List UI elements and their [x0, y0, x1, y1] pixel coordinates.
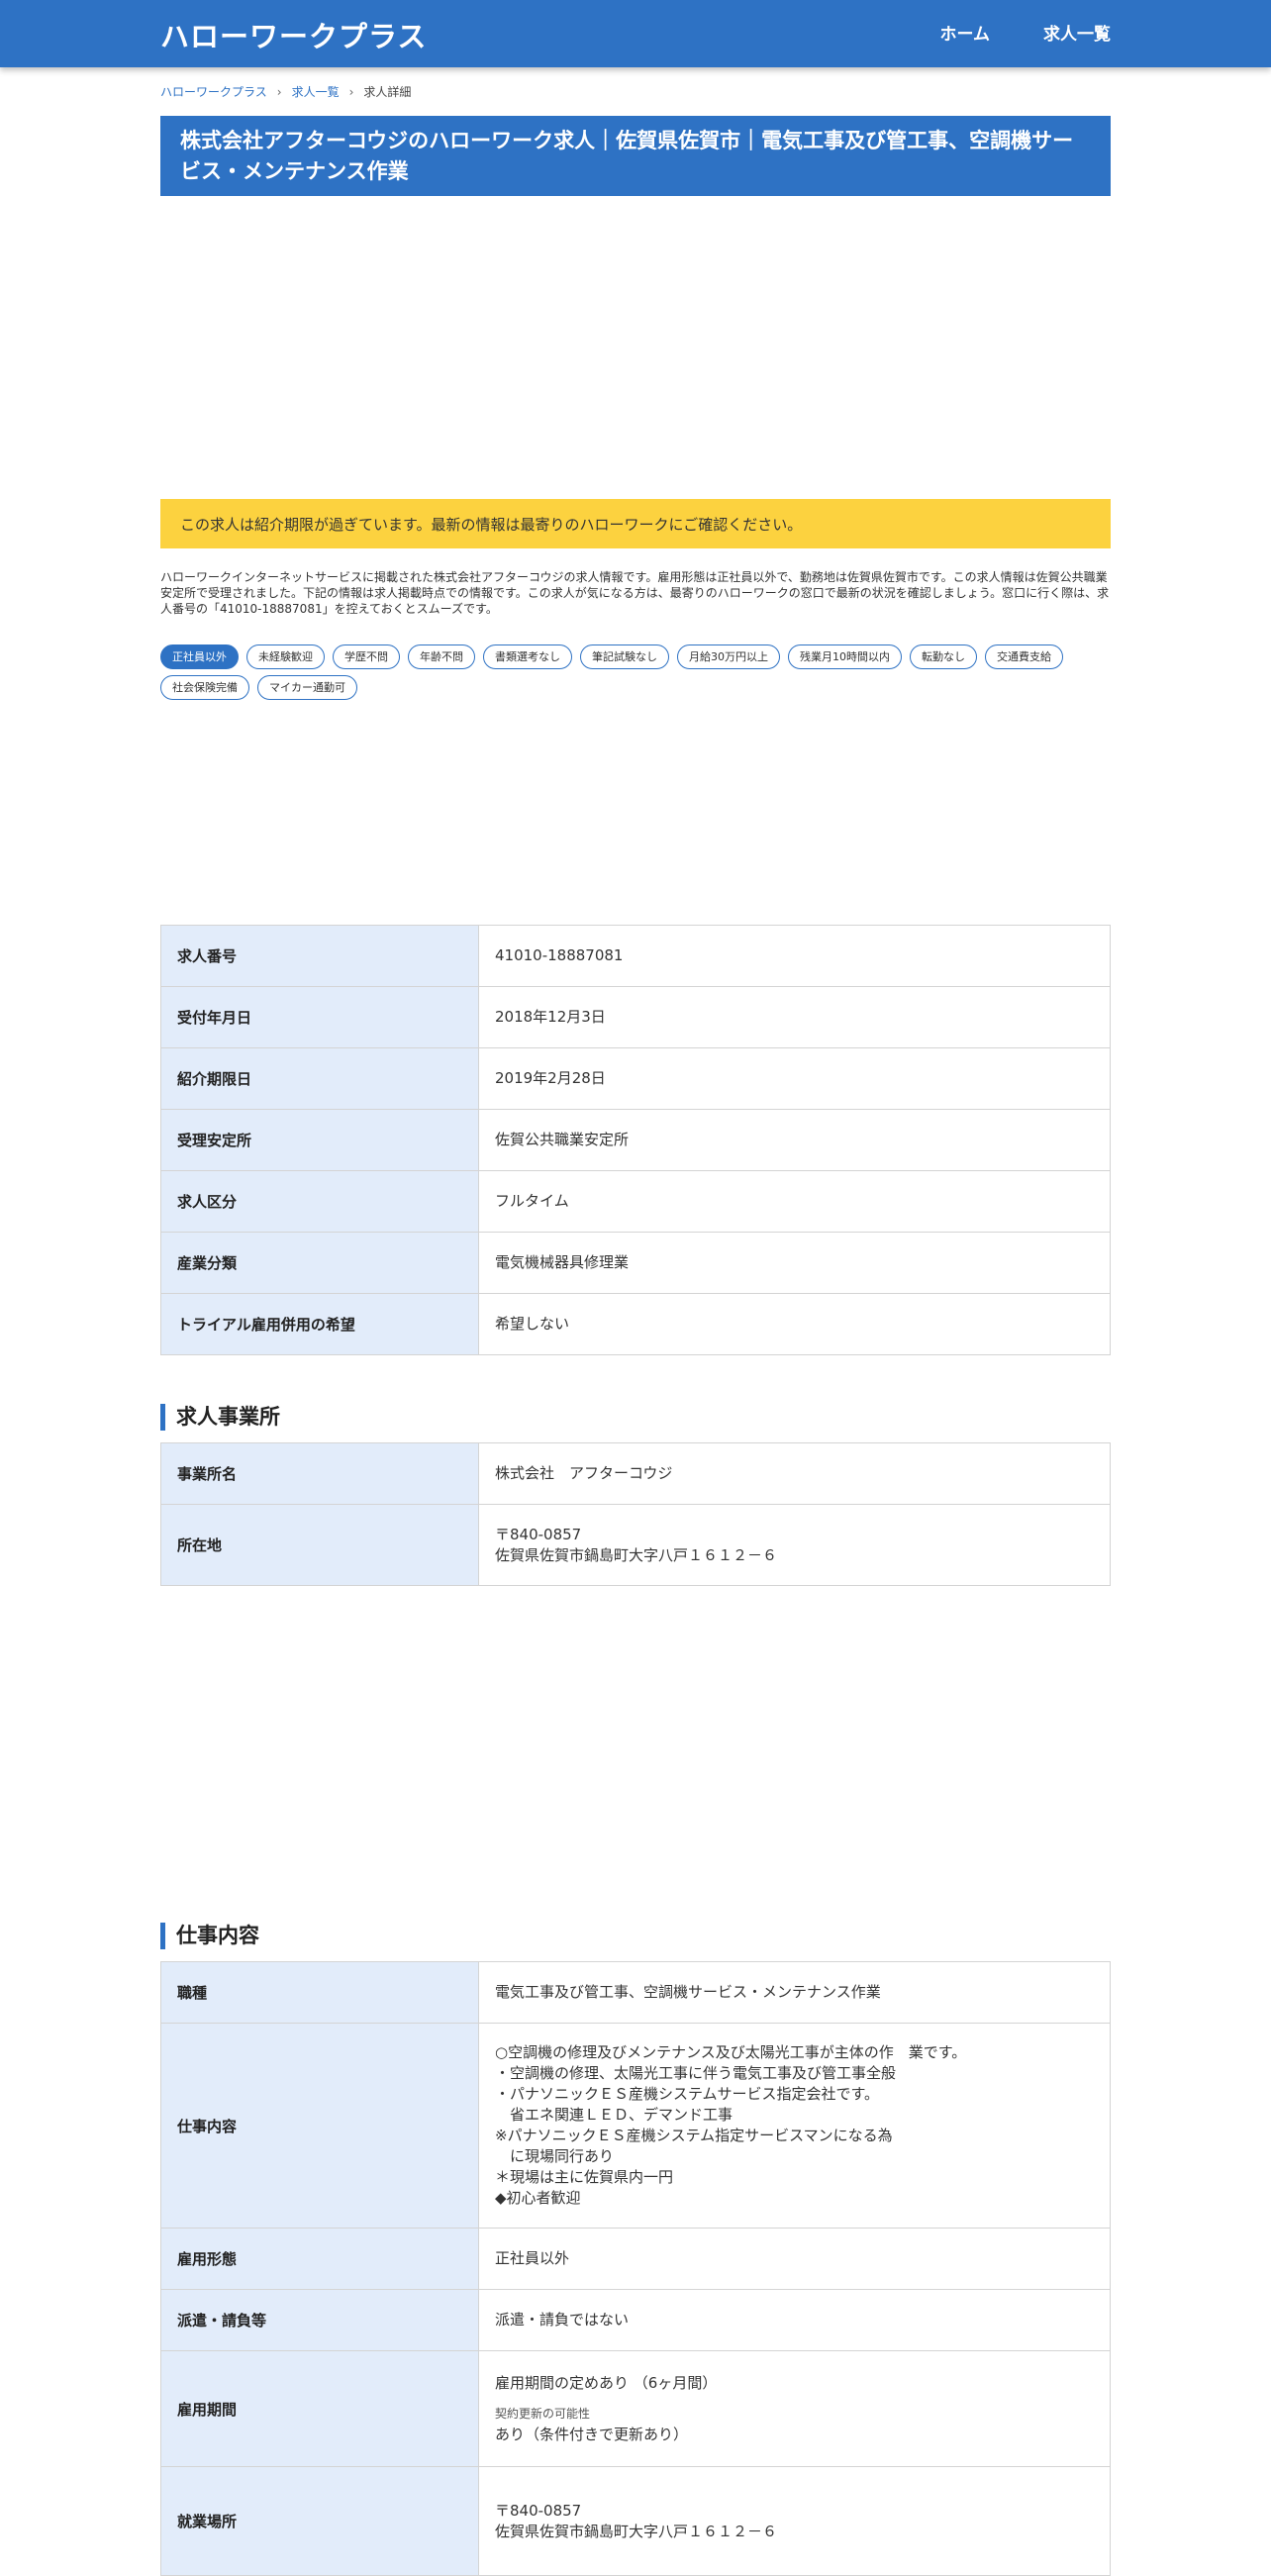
site-header: ハローワークプラス ホーム 求人一覧 — [0, 0, 1271, 67]
job-content-line: ・空調機の修理、太陽光工事に伴う電気工事及び管工事全般 — [495, 2064, 897, 2082]
tag-social-insurance: 社会保険完備 — [160, 675, 249, 700]
row-label: 受理安定所 — [160, 1109, 479, 1171]
nav-job-list-link[interactable]: 求人一覧 — [1043, 20, 1111, 45]
basic-info-table: 求人番号 41010-18887081 受付年月日 2018年12月3日 紹介期… — [160, 925, 1111, 1355]
tag-overtime: 残業月10時間以内 — [788, 644, 902, 669]
page-title: 株式会社アフターコウジのハローワーク求人｜佐賀県佐賀市｜電気工事及び管工事、空調… — [160, 116, 1111, 196]
row-label: 雇用形態 — [160, 2228, 479, 2290]
row-label: 求人区分 — [160, 1170, 479, 1233]
dispatch-value: 派遣・請負ではない — [478, 2289, 1111, 2351]
office-name-value: 株式会社 アフターコウジ — [478, 1442, 1111, 1505]
table-row: 事業所名 株式会社 アフターコウジ — [160, 1442, 1111, 1505]
nav-home-link[interactable]: ホーム — [940, 20, 991, 45]
renewal-label: 契約更新の可能性 — [495, 2406, 591, 2421]
table-row: 紹介期限日 2019年2月28日 — [160, 1047, 1111, 1110]
employment-type-value: 正社員以外 — [478, 2228, 1111, 2290]
main-nav: ホーム 求人一覧 — [940, 20, 1112, 45]
tag-list: 正社員以外 未経験歓迎 学歴不問 年齢不問 書類選考なし 筆記試験なし 月給30… — [160, 644, 1111, 700]
site-logo[interactable]: ハローワークプラス — [160, 14, 427, 55]
row-label: 事業所名 — [160, 1442, 479, 1505]
table-row: 産業分類 電気機械器具修理業 — [160, 1232, 1111, 1294]
row-label: 受付年月日 — [160, 986, 479, 1048]
row-label: トライアル雇用併用の希望 — [160, 1293, 479, 1355]
row-label: 派遣・請負等 — [160, 2289, 479, 2351]
row-label: 産業分類 — [160, 1232, 479, 1294]
tag-no-document-screening: 書類選考なし — [483, 644, 572, 669]
table-row: 就業場所 〒840-0857 佐賀県佐賀市鍋島町大字八戸１６１２－６ — [160, 2466, 1111, 2576]
table-row: 受付年月日 2018年12月3日 — [160, 986, 1111, 1048]
job-content-line: ◆初心者歓迎 — [495, 2189, 581, 2207]
row-label: 就業場所 — [160, 2466, 479, 2576]
table-row: 受理安定所 佐賀公共職業安定所 — [160, 1109, 1111, 1171]
row-label: 求人番号 — [160, 925, 479, 987]
job-section-title: 仕事内容 — [160, 1923, 1126, 1949]
job-section: 職種 電気工事及び管工事、空調機サービス・メンテナンス作業 仕事内容 ○空調機の… — [160, 1961, 1111, 2576]
work-location-value: 〒840-0857 佐賀県佐賀市鍋島町大字八戸１６１２－６ — [478, 2466, 1111, 2576]
expired-notice: この求人は紹介期限が過ぎています。最新の情報は最寄りのハローワークにご確認くださ… — [160, 499, 1111, 548]
table-row: 所在地 〒840-0857 佐賀県佐賀市鍋島町大字八戸１６１２－６ — [160, 1504, 1111, 1586]
row-label: 紹介期限日 — [160, 1047, 479, 1110]
job-content-line: ○空調機の修理及びメンテナンス及び太陽光工事が主体の作 業です。 — [495, 2043, 967, 2061]
row-value: 希望しない — [478, 1293, 1111, 1355]
office-postal-code: 〒840-0857 — [495, 1525, 582, 1543]
job-content-line: ※パナソニックＥＳ産機システム指定サービスマンになる為 — [495, 2127, 893, 2144]
breadcrumb-current: 求人詳細 — [363, 85, 412, 99]
employment-period: 雇用期間の定めあり （6ヶ月間） — [495, 2373, 718, 2392]
renewal-value: あり（条件付きで更新あり） — [495, 2425, 689, 2443]
breadcrumb-job-list[interactable]: 求人一覧 — [292, 83, 340, 100]
table-row: 派遣・請負等 派遣・請負ではない — [160, 2289, 1111, 2351]
breadcrumb-home[interactable]: ハローワークプラス — [160, 83, 267, 100]
office-table: 事業所名 株式会社 アフターコウジ 所在地 〒840-0857 佐賀県佐賀市鍋島… — [160, 1442, 1111, 1586]
tag-employment-type: 正社員以外 — [160, 644, 239, 669]
office-address: 佐賀県佐賀市鍋島町大字八戸１６１２－６ — [495, 1545, 778, 1564]
table-row: 雇用期間 雇用期間の定めあり （6ヶ月間） 契約更新の可能性 あり（条件付きで更… — [160, 2350, 1111, 2467]
work-location-postal: 〒840-0857 — [495, 2501, 582, 2520]
job-content-line: に現場同行あり — [495, 2147, 615, 2165]
table-row: 求人区分 フルタイム — [160, 1170, 1111, 1233]
job-content-line: ＊現場は主に佐賀県内一円 — [495, 2168, 674, 2186]
job-description-summary: ハローワークインターネットサービスに掲載された株式会社アフターコウジの求人情報で… — [160, 570, 1110, 616]
job-content-line: ・パナソニックＥＳ産機システムサービス指定会社です。 — [495, 2085, 880, 2103]
row-label: 職種 — [160, 1961, 479, 2024]
tag-commute-allowance: 交通費支給 — [985, 644, 1063, 669]
row-value: 2019年2月28日 — [478, 1047, 1111, 1110]
office-section-title: 求人事業所 — [160, 1404, 1126, 1431]
row-label: 仕事内容 — [160, 2023, 479, 2229]
breadcrumb: ハローワークプラス › 求人一覧 › 求人詳細 — [160, 83, 1111, 100]
job-content-line: 省エネ関連ＬＥＤ、デマンド工事 — [495, 2106, 733, 2124]
table-row: 雇用形態 正社員以外 — [160, 2228, 1111, 2290]
job-type-value: 電気工事及び管工事、空調機サービス・メンテナンス作業 — [478, 1961, 1111, 2024]
table-row: 仕事内容 ○空調機の修理及びメンテナンス及び太陽光工事が主体の作 業です。 ・空… — [160, 2023, 1111, 2229]
row-value: フルタイム — [478, 1170, 1111, 1233]
work-location-address: 佐賀県佐賀市鍋島町大字八戸１６１２－６ — [495, 2522, 778, 2540]
tag-age: 年齢不問 — [408, 644, 475, 669]
row-label: 所在地 — [160, 1504, 479, 1586]
row-value: 電気機械器具修理業 — [478, 1232, 1111, 1294]
tag-car-commute: マイカー通勤可 — [257, 675, 357, 700]
chevron-right-icon: › — [276, 84, 282, 99]
basic-info-section: 求人番号 41010-18887081 受付年月日 2018年12月3日 紹介期… — [160, 925, 1111, 1355]
row-value: 2018年12月3日 — [478, 986, 1111, 1048]
table-row: 求人番号 41010-18887081 — [160, 925, 1111, 987]
row-label: 雇用期間 — [160, 2350, 479, 2467]
job-table: 職種 電気工事及び管工事、空調機サービス・メンテナンス作業 仕事内容 ○空調機の… — [160, 1961, 1111, 2576]
office-address-value: 〒840-0857 佐賀県佐賀市鍋島町大字八戸１６１２－６ — [478, 1504, 1111, 1586]
expired-notice-text: この求人は紹介期限が過ぎています。最新の情報は最寄りのハローワークにご確認くださ… — [180, 515, 803, 534]
tag-no-transfer: 転勤なし — [910, 644, 977, 669]
tag-no-written-test: 筆記試験なし — [580, 644, 669, 669]
tag-salary: 月給30万円以上 — [677, 644, 780, 669]
row-value: 佐賀公共職業安定所 — [478, 1109, 1111, 1171]
tag-no-experience: 未経験歓迎 — [246, 644, 325, 669]
table-row: 職種 電気工事及び管工事、空調機サービス・メンテナンス作業 — [160, 1961, 1111, 2024]
chevron-right-icon: › — [348, 84, 354, 99]
tag-education: 学歴不問 — [333, 644, 400, 669]
job-number-value: 41010-18887081 — [478, 925, 1111, 987]
table-row: トライアル雇用併用の希望 希望しない — [160, 1293, 1111, 1355]
office-section: 事業所名 株式会社 アフターコウジ 所在地 〒840-0857 佐賀県佐賀市鍋島… — [160, 1442, 1111, 1586]
job-content-value: ○空調機の修理及びメンテナンス及び太陽光工事が主体の作 業です。 ・空調機の修理… — [478, 2023, 1111, 2229]
employment-period-value: 雇用期間の定めあり （6ヶ月間） 契約更新の可能性 あり（条件付きで更新あり） — [478, 2350, 1111, 2467]
